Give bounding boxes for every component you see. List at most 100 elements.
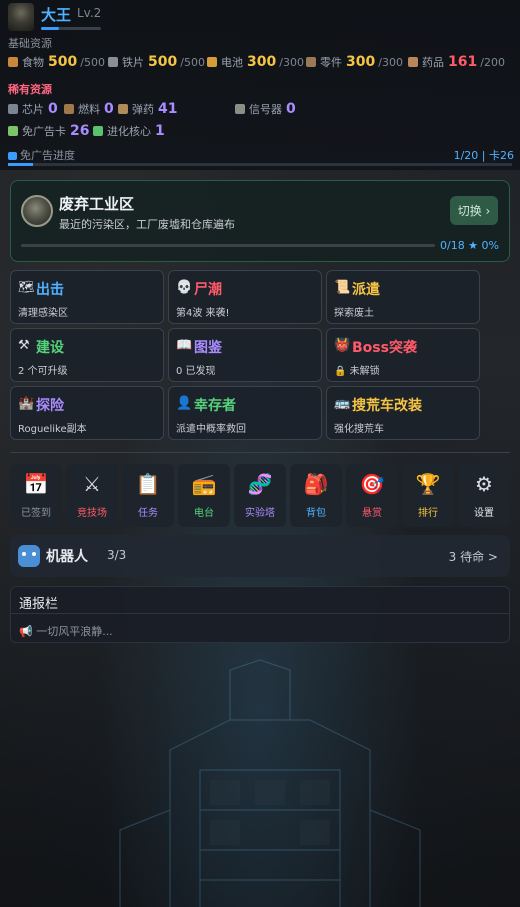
- rare-resource-2-0: 免广告卡 26: [8, 123, 89, 139]
- ad-card-icon: [8, 126, 18, 136]
- robot-bar[interactable]: 机器人 3/3 3 待命 >: [10, 535, 510, 577]
- adventure-subtitle: Roguelike副本: [18, 424, 87, 435]
- medicine-icon: [408, 57, 418, 67]
- resource-1: 铁片 500/500: [108, 54, 205, 70]
- build-title: 建设: [36, 340, 64, 356]
- food-icon: [8, 57, 18, 67]
- ad-progress-label-text: 免广告进度: [20, 149, 75, 162]
- zombie-wave-icon: 💀: [176, 280, 193, 295]
- rare-resource-0: 芯片 0: [8, 101, 58, 117]
- notice-divider: [11, 613, 509, 614]
- ranking-button[interactable]: 🏆 排行: [402, 464, 454, 527]
- rare-resource-2: 弹药 41: [118, 101, 177, 117]
- resource-value: 300: [247, 54, 277, 70]
- rare-resource-label: 信号器: [249, 103, 282, 116]
- rare-resource-icon: [8, 104, 18, 114]
- rare-resource-label: 免广告卡: [22, 125, 66, 138]
- rare-resource-value: 41: [158, 101, 178, 117]
- resource-label: 铁片: [122, 56, 144, 69]
- resource-header: 大王 Lv.2 基础资源 食物 500/500 铁片 500/500 电池 300/300…: [0, 0, 520, 170]
- battery-icon: [207, 57, 217, 67]
- arena-icon: ⚔: [83, 472, 101, 496]
- tile-codex[interactable]: 📖 图鉴 0 已发现: [168, 328, 322, 382]
- codex-title: 图鉴: [194, 340, 222, 356]
- ranking-label: 排行: [418, 508, 438, 519]
- area-progress-bar: [21, 244, 435, 247]
- tasks-button[interactable]: 📋 任务: [122, 464, 174, 527]
- radio-label: 电台: [194, 508, 214, 519]
- radio-button[interactable]: 📻 电台: [178, 464, 230, 527]
- resource-2: 电池 300/300: [207, 54, 304, 70]
- resource-label: 电池: [221, 56, 243, 69]
- boss-raid-icon: 👹: [334, 338, 351, 353]
- ad-progress-row: 免广告进度 1/20 | 卡26: [8, 147, 514, 163]
- factory-background-art: [119, 659, 421, 907]
- radio-icon: 📻: [191, 472, 217, 496]
- zombie-wave-subtitle: 第4波 来袭!: [176, 308, 230, 319]
- ranking-icon: 🏆: [415, 472, 441, 496]
- resource-0: 食物 500/500: [8, 54, 105, 70]
- dispatch-title: 派遣: [352, 282, 380, 298]
- tile-boss-raid[interactable]: 👹 Boss突袭 🔒 未解锁: [326, 328, 480, 382]
- avatar[interactable]: [8, 3, 34, 31]
- checkin-button[interactable]: 📅 已签到: [10, 464, 62, 527]
- backpack-button[interactable]: 🎒 背包: [290, 464, 342, 527]
- attack-subtitle: 清理感染区: [18, 308, 68, 319]
- tile-zombie-wave[interactable]: 💀 尸潮 第4波 来袭!: [168, 270, 322, 324]
- bounty-label: 悬赏: [362, 508, 382, 519]
- iron-icon: [108, 57, 118, 67]
- build-icon: ⚒: [18, 338, 30, 353]
- build-subtitle: 2 个可升级: [18, 366, 68, 377]
- area-title: 废弃工业区: [59, 195, 135, 213]
- rare-resources-label: 稀有资源: [8, 83, 52, 96]
- ad-progress-icon: [8, 152, 17, 160]
- ad-progress-fill: [8, 163, 34, 166]
- divider: [10, 452, 510, 453]
- area-card[interactable]: 废弃工业区 最近的污染区，工厂废墟和仓库遍布 切换 › 0/18 ★ 0%: [10, 180, 510, 262]
- vehicle-mod-title: 搜荒车改装: [352, 398, 422, 414]
- dispatch-icon: 📜: [334, 280, 351, 295]
- tile-dispatch[interactable]: 📜 派遣 探索废土: [326, 270, 480, 324]
- checkin-label: 已签到: [21, 508, 51, 519]
- rare-resource-label: 芯片: [22, 103, 44, 116]
- settings-button[interactable]: ⚙ 设置: [458, 464, 510, 527]
- codex-icon: 📖: [176, 338, 193, 353]
- survivors-icon: 👤: [176, 396, 193, 411]
- backpack-label: 背包: [306, 508, 326, 519]
- evolution-core-icon: [93, 126, 103, 136]
- basic-resources-label: 基础资源: [8, 37, 52, 50]
- resource-max: /300: [378, 55, 403, 69]
- tile-vehicle-mod[interactable]: 🚌 搜荒车改装 强化搜荒车: [326, 386, 480, 440]
- settings-label: 设置: [474, 508, 494, 519]
- switch-area-button[interactable]: 切换 ›: [450, 196, 498, 225]
- bounty-icon: 🎯: [359, 472, 385, 496]
- robot-standby[interactable]: 3 待命 >: [449, 548, 498, 565]
- rare-resource-icon: [118, 104, 128, 114]
- rare-resource-value: 0: [104, 101, 114, 117]
- tile-survivors[interactable]: 👤 幸存者 派遣中概率救回: [168, 386, 322, 440]
- robot-count: 3/3: [107, 548, 127, 562]
- lab-tower-button[interactable]: 🧬 实验塔: [234, 464, 286, 527]
- notice-board: 通报栏 📢 一切风平浪静...: [10, 586, 510, 643]
- arena-button[interactable]: ⚔ 竞技场: [66, 464, 118, 527]
- codex-subtitle: 0 已发现: [176, 366, 216, 377]
- resource-label: 零件: [320, 56, 342, 69]
- settings-icon: ⚙: [475, 472, 493, 496]
- tile-adventure[interactable]: 🏰 探险 Roguelike副本: [10, 386, 164, 440]
- area-progress-text: 0/18 ★ 0%: [439, 239, 499, 252]
- tile-attack[interactable]: 🗺 出击 清理感染区: [10, 270, 164, 324]
- resource-value: 161: [448, 54, 478, 70]
- tasks-label: 任务: [138, 508, 158, 519]
- rare-resource-icon: [235, 104, 245, 114]
- lab-tower-icon: 🧬: [247, 472, 273, 496]
- adventure-title: 探险: [36, 398, 64, 414]
- player-level: Lv.2: [77, 6, 102, 20]
- tile-build[interactable]: ⚒ 建设 2 个可升级: [10, 328, 164, 382]
- rare-resource-2-1: 进化核心 1: [93, 123, 165, 139]
- rare-resource-3: 信号器 0: [235, 101, 296, 117]
- rare-resource-value: 1: [155, 123, 165, 139]
- bounty-button[interactable]: 🎯 悬赏: [346, 464, 398, 527]
- ad-progress-label: 免广告进度: [8, 147, 75, 163]
- adventure-icon: 🏰: [18, 396, 35, 411]
- vehicle-mod-icon: 🚌: [334, 396, 351, 411]
